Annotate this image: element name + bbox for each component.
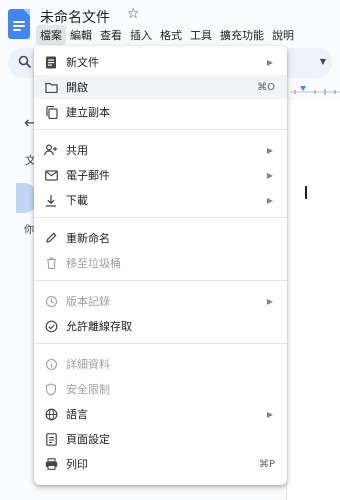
submenu-arrow-icon: ▶ — [266, 409, 273, 419]
menu-item-page-setup[interactable]: 頁面設定 — [34, 427, 287, 451]
trash-icon — [44, 256, 58, 270]
menu-item-label: 共用 — [66, 144, 88, 157]
email-icon — [44, 168, 58, 182]
ruler[interactable] — [290, 84, 340, 98]
menu-divider — [34, 217, 287, 218]
menu-insert[interactable]: 插入 — [126, 25, 156, 45]
copy-icon — [44, 105, 58, 119]
menu-tools[interactable]: 工具 — [186, 25, 216, 45]
pencil-icon — [44, 231, 58, 245]
menu-item-label: 版本記錄 — [66, 295, 110, 308]
submenu-arrow-icon: ▶ — [266, 296, 273, 306]
menu-item-label: 頁面設定 — [66, 433, 110, 446]
globe-icon — [44, 407, 58, 421]
menu-extensions[interactable]: 擴充功能 — [216, 25, 268, 45]
menu-item-make-available-offline[interactable]: 允許離線存取 — [34, 314, 287, 338]
menu-item-label: 允許離線存取 — [66, 320, 132, 333]
menu-item-label: 開啟 — [66, 81, 88, 94]
shortcut-hint: ⌘P — [258, 458, 275, 470]
document-icon — [44, 55, 58, 69]
document-title[interactable]: 未命名文件 — [40, 7, 110, 27]
menu-file[interactable]: 檔案 — [36, 25, 66, 45]
menu-item-label: 語言 — [66, 408, 88, 421]
menu-help[interactable]: 說明 — [268, 25, 298, 45]
menu-item-share[interactable]: 共用 ▶ — [34, 138, 287, 162]
add-person-icon — [44, 143, 58, 157]
menu-item-label: 下載 — [66, 194, 88, 207]
menu-divider — [34, 129, 287, 130]
menu-view[interactable]: 查看 — [96, 25, 126, 45]
page-icon — [44, 432, 58, 446]
menu-item-email[interactable]: 電子郵件 ▶ — [34, 163, 287, 187]
menu-item-details: 詳細資料 — [34, 352, 287, 376]
file-menu-dropdown: 新文件 ▶ 開啟 ⌘O 建立副本 共用 ▶ 電子郵件 ▶ 下載 ▶ 重新命名 移… — [34, 46, 287, 485]
menu-item-download[interactable]: 下載 ▶ — [34, 188, 287, 212]
download-icon — [44, 193, 58, 207]
menu-divider — [34, 280, 287, 281]
submenu-arrow-icon: ▶ — [266, 145, 273, 155]
docs-logo-icon[interactable] — [8, 9, 30, 39]
text-cursor — [305, 186, 307, 199]
menu-item-label: 建立副本 — [66, 106, 110, 119]
menu-edit[interactable]: 編輯 — [66, 25, 96, 45]
menu-item-label: 重新命名 — [66, 232, 110, 245]
history-icon — [44, 294, 58, 308]
menu-item-print[interactable]: 列印 ⌘P — [34, 452, 287, 476]
folder-icon — [44, 80, 58, 94]
menu-format[interactable]: 格式 — [156, 25, 186, 45]
chevron-down-icon[interactable]: ▼ — [320, 57, 326, 66]
outline-note: 你 — [24, 225, 34, 236]
search-menus-icon[interactable] — [18, 55, 32, 69]
menu-divider — [34, 343, 287, 344]
menu-item-label: 移至垃圾桶 — [66, 257, 121, 270]
menu-bar: 檔案 編輯 查看 插入 格式 工具 擴充功能 說明 — [36, 25, 298, 45]
submenu-arrow-icon: ▶ — [266, 195, 273, 205]
menu-item-make-copy[interactable]: 建立副本 — [34, 100, 287, 124]
menu-item-label: 電子郵件 — [66, 169, 110, 182]
menu-item-label: 詳細資料 — [66, 358, 110, 371]
submenu-arrow-icon: ▶ — [266, 170, 273, 180]
printer-icon — [44, 457, 58, 471]
menu-item-language[interactable]: 語言 ▶ — [34, 402, 287, 426]
shield-icon — [44, 382, 58, 396]
menu-item-open[interactable]: 開啟 ⌘O — [34, 75, 287, 99]
submenu-arrow-icon: ▶ — [266, 57, 273, 67]
menu-item-rename[interactable]: 重新命名 — [34, 226, 287, 250]
menu-item-move-to-trash: 移至垃圾桶 — [34, 251, 287, 275]
shortcut-hint: ⌘O — [257, 81, 275, 93]
menu-item-label: 新文件 — [66, 56, 99, 69]
menu-item-label: 安全限制 — [66, 383, 110, 396]
info-icon — [44, 357, 58, 371]
menu-item-security-limitations: 安全限制 — [34, 377, 287, 401]
menu-item-label: 列印 — [66, 458, 88, 471]
menu-item-version-history: 版本記錄 ▶ — [34, 289, 287, 313]
star-icon[interactable]: ☆ — [127, 6, 140, 22]
menu-item-new-document[interactable]: 新文件 ▶ — [34, 50, 287, 74]
offline-check-icon — [44, 319, 58, 333]
document-page[interactable] — [286, 100, 340, 500]
